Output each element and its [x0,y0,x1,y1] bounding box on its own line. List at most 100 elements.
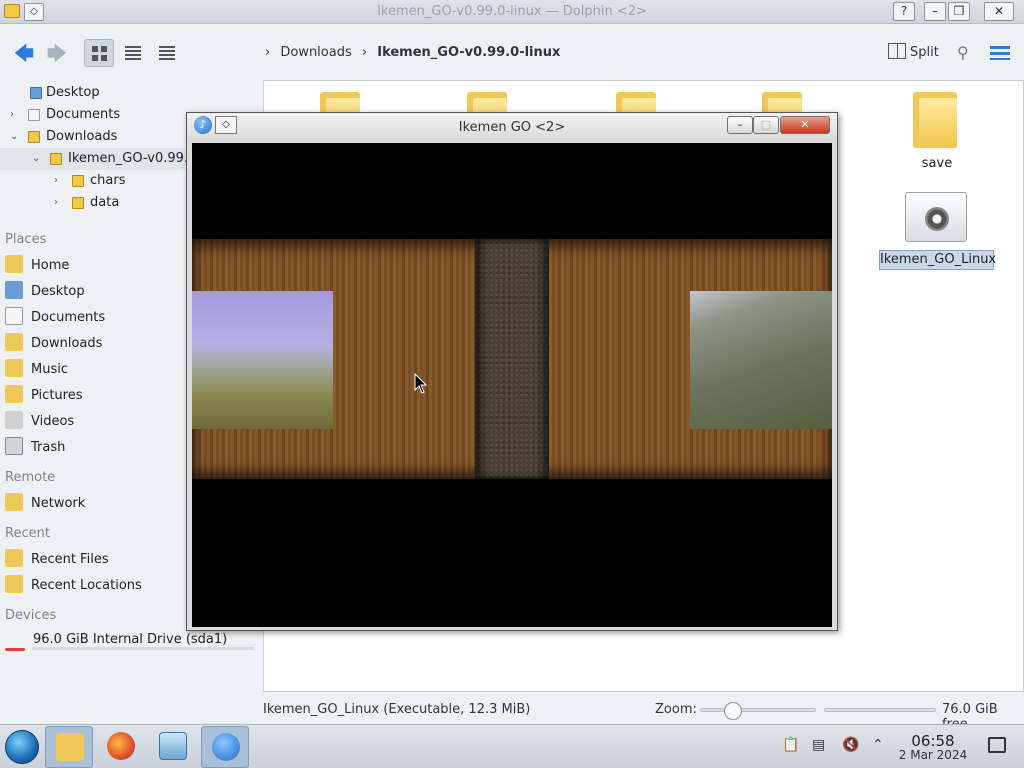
show-desktop-icon[interactable] [988,737,1006,753]
save-folder-icon[interactable] [913,88,957,148]
zoom-slider-handle[interactable] [723,702,742,720]
details-view-button[interactable] [152,39,182,67]
hamburger-menu-icon[interactable] [990,46,1010,60]
place-label: Recent Locations [31,578,142,593]
taskbar-firefox[interactable] [97,726,145,768]
game-window[interactable]: ♪ ◇ Ikemen GO <2> – □ ✕ [186,112,838,631]
place-desktop[interactable]: Desktop [5,280,85,304]
gear-icon [925,207,949,231]
tray-expand-icon[interactable]: ⌃ [872,737,884,753]
place-downloads[interactable]: Downloads [5,332,102,356]
place-label: Documents [31,310,106,325]
folder-icon [50,153,62,165]
place-home[interactable]: Home [5,254,69,278]
chevron-right-icon[interactable]: › [10,104,14,126]
forward-button[interactable]: 🡆 [42,39,72,67]
documents-icon [28,109,40,121]
taskbar: 📋 ▤ 🔇 ⌃ 06:58 2 Mar 2024 [0,724,1024,768]
chevron-down-icon[interactable]: ⌄ [32,148,40,170]
chevron-right-icon[interactable]: › [54,192,58,214]
help-button[interactable]: ? [893,2,915,21]
place-label: Recent Files [31,552,109,567]
game-maximize-button[interactable]: □ [753,116,779,134]
home-icon [5,255,23,273]
zoom-slider[interactable] [700,702,816,720]
breadcrumb-item-current[interactable]: Ikemen_GO-v0.99.0-linux [377,45,560,60]
trash-icon [5,437,23,455]
taskbar-ikemen-go[interactable] [201,726,249,768]
remote-heading: Remote [5,470,56,485]
compact-view-icon [125,46,141,60]
recent-files-icon [5,549,23,567]
split-button[interactable]: Split [888,43,939,65]
tree-item-label: Documents [46,107,121,122]
landscape-window-right [690,291,832,429]
network-icon [5,493,23,511]
game-canvas[interactable] [192,143,832,627]
place-label: Videos [31,414,75,429]
computer-icon [159,732,187,760]
place-label: Pictures [31,388,83,403]
details-view-icon [159,46,175,60]
game-close-button[interactable]: ✕ [780,116,830,134]
split-label: Split [910,45,939,60]
recent-heading: Recent [5,526,50,541]
game-app-icon [212,733,240,761]
tree-item-label: chars [90,173,126,188]
tree-item-desktop[interactable]: Desktop [0,82,240,104]
search-button[interactable]: ⚲ [957,43,969,62]
tree-item-label: Downloads [46,129,118,144]
mouse-cursor-icon [414,373,428,394]
tree-item-label: data [90,195,120,210]
places-heading: Places [5,232,47,247]
window-titlebar: ◇ Ikemen_GO-v0.99.0-linux — Dolphin <2> … [0,0,1024,24]
icons-view-button[interactable] [84,39,114,67]
window-title: Ikemen_GO-v0.99.0-linux — Dolphin <2> [377,4,647,19]
videos-icon [5,411,23,429]
place-label: Music [31,362,68,377]
pictures-icon [5,385,23,403]
place-music[interactable]: Music [5,358,68,382]
place-network[interactable]: Network [5,492,85,516]
place-label: Desktop [31,284,85,299]
close-button[interactable]: ✕ [984,2,1014,21]
back-button[interactable]: 🡄 [9,39,39,67]
desktop-icon [5,281,23,299]
toolbar: 🡄 🡆 › Downloads › Ikemen_GO-v0.99.0-linu… [0,25,1024,81]
stone-pillar [475,239,549,479]
notes-tray-icon[interactable]: ▤ [812,737,825,753]
place-videos[interactable]: Videos [5,410,74,434]
clock-date: 2 Mar 2024 [898,748,968,762]
chevron-right-icon[interactable]: › [54,170,58,192]
taskbar-system-monitor[interactable] [149,726,197,768]
volume-muted-icon[interactable]: 🔇 [842,737,859,753]
minimize-button[interactable]: – [924,2,946,21]
place-recent-files[interactable]: Recent Files [5,548,109,572]
place-trash[interactable]: Trash [5,436,65,460]
downloads-folder-icon [28,131,40,143]
file-name-ikemen-go-linux[interactable]: Ikemen_GO_Linux [879,250,996,270]
status-info: Ikemen_GO_Linux (Executable, 12.3 MiB) [263,702,531,717]
game-minimize-button[interactable]: – [727,116,753,134]
file-name-save[interactable]: save [897,156,977,171]
maximize-button[interactable]: ❐ [948,2,970,21]
start-menu-icon[interactable] [5,730,39,764]
compact-view-button[interactable] [118,39,148,67]
folder-app-icon [56,733,84,761]
desktop-icon [30,87,42,99]
chevron-down-icon[interactable]: ⌄ [10,126,18,148]
executable-icon[interactable] [905,192,967,242]
game-window-titlebar[interactable]: ♪ ◇ Ikemen GO <2> – □ ✕ [187,113,837,141]
place-pictures[interactable]: Pictures [5,384,82,408]
clock[interactable]: 06:58 2 Mar 2024 [895,732,971,762]
documents-icon [5,307,23,325]
firefox-icon [107,732,135,760]
place-label: Trash [31,440,66,455]
breadcrumb-item-downloads[interactable]: Downloads [280,45,351,60]
clipboard-tray-icon[interactable]: 📋 [782,737,799,753]
taskbar-dolphin[interactable] [45,726,93,768]
breadcrumb: › Downloads › Ikemen_GO-v0.99.0-linux [265,45,566,60]
place-label: Downloads [31,336,103,351]
place-documents[interactable]: Documents [5,306,105,330]
place-recent-locations[interactable]: Recent Locations [5,574,142,598]
